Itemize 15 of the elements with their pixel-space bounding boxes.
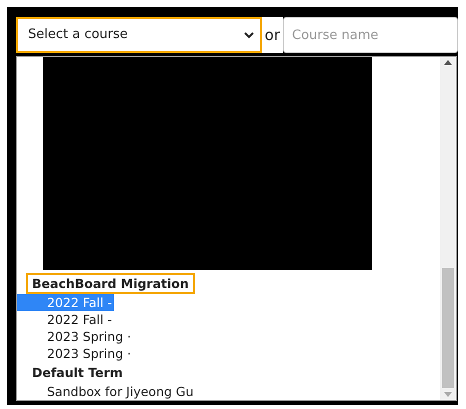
group-label: Default Term bbox=[31, 364, 124, 382]
course-option[interactable]: 2023 Spring · bbox=[17, 345, 134, 362]
chevron-down-icon bbox=[244, 31, 254, 39]
group-label: BeachBoard Migration bbox=[26, 273, 195, 294]
course-name-field[interactable]: Course name bbox=[283, 17, 458, 53]
or-label: or bbox=[262, 17, 283, 53]
scroll-up-icon[interactable] bbox=[444, 60, 452, 65]
scrollbar-thumb[interactable] bbox=[442, 268, 454, 388]
course-option[interactable]: Sandbox for Jiyeong Gu bbox=[17, 383, 196, 400]
course-option[interactable]: 2022 Fall - bbox=[17, 294, 114, 311]
course-option[interactable]: 2022 Fall - bbox=[17, 311, 114, 328]
course-option[interactable]: 2023 Spring · bbox=[17, 328, 134, 345]
course-list[interactable]: BeachBoard Migration 2022 Fall - 2022 Fall - 2023 Spring · 2023 Spring · Default Term Sandbox for Jiyeong Gu bbox=[16, 56, 457, 401]
course-select[interactable]: Select a course bbox=[16, 17, 262, 53]
scroll-down-icon[interactable] bbox=[444, 392, 452, 397]
